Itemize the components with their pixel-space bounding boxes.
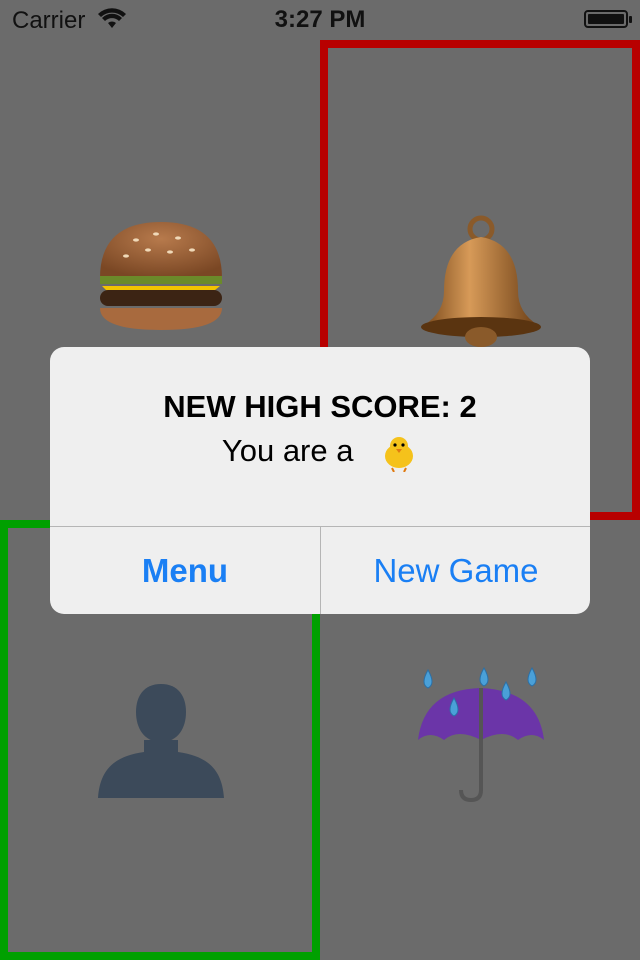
high-score-alert: NEW HIGH SCORE: 2 You are a Menu New Gam… bbox=[50, 347, 590, 614]
battery-icon bbox=[584, 10, 632, 28]
status-time: 3:27 PM bbox=[274, 6, 366, 33]
alert-title: NEW HIGH SCORE: 2 bbox=[163, 389, 477, 424]
hamburger-icon bbox=[100, 222, 222, 330]
person-silhouette-icon bbox=[98, 684, 224, 798]
bell-icon bbox=[421, 215, 541, 347]
baby-chick-icon bbox=[385, 436, 414, 472]
menu-button[interactable]: Menu bbox=[50, 527, 320, 614]
umbrella-with-rain-icon bbox=[418, 666, 544, 803]
alert-message: You are a bbox=[50, 433, 590, 472]
new-game-button[interactable]: New Game bbox=[321, 527, 590, 614]
alert-message-text: You are a bbox=[221, 433, 354, 468]
status-bar: Carrier 3:27 PM bbox=[0, 0, 640, 40]
